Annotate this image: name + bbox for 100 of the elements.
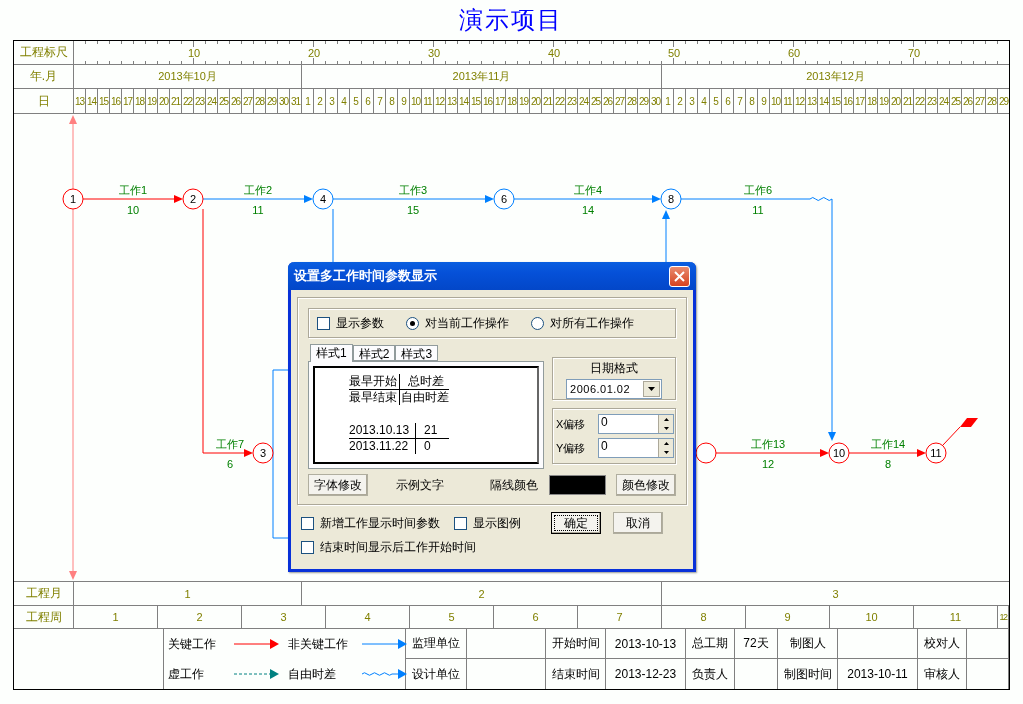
preview-value: 2013.10.13	[349, 423, 417, 439]
day-label: 6	[365, 95, 370, 107]
radio-button[interactable]	[406, 316, 419, 330]
day-label: 26	[230, 95, 241, 107]
offset-label: X偏移	[556, 416, 587, 432]
option-label: 结束时间显示后工作开始时间	[320, 538, 476, 556]
day-label: 10	[770, 95, 781, 107]
day-label: 1	[305, 95, 310, 107]
day-label: 14	[458, 95, 469, 107]
day-label: 15	[830, 95, 841, 107]
week-number: 3	[280, 611, 287, 623]
day-label: 23	[194, 95, 205, 107]
dropdown-icon	[643, 381, 661, 397]
option-label: 对所有工作操作	[550, 314, 634, 332]
info-cell: 2013-10-11	[847, 667, 908, 681]
day-label: 23	[566, 95, 577, 107]
month-number: 2	[478, 587, 485, 600]
day-label: 29	[638, 95, 649, 107]
line-color-label: 隔线颜色	[490, 476, 538, 494]
day-label: 12	[434, 95, 445, 107]
day-label: 13	[74, 95, 85, 107]
week-number: 1	[112, 611, 119, 623]
info-cell: 制图人	[789, 635, 826, 652]
day-label: 17	[854, 95, 865, 107]
group-title: 日期格式	[590, 360, 639, 377]
day-label: 3	[689, 95, 694, 107]
close-icon	[674, 270, 685, 282]
checkbox[interactable]	[454, 516, 467, 530]
week-number: 2	[196, 611, 203, 623]
color-button[interactable]: 颜色修改	[616, 474, 676, 496]
week-number: 9	[784, 611, 791, 623]
week-number: 5	[448, 611, 455, 623]
network-node: 2	[182, 188, 204, 210]
offset-spinner[interactable]: 0	[598, 438, 675, 458]
offset-spinner[interactable]: 0	[598, 414, 675, 434]
day-label: 14	[818, 95, 829, 107]
info-cell: 制图时间	[783, 665, 832, 683]
day-label: 1	[665, 95, 670, 107]
day-label: 22	[182, 95, 193, 107]
day-label: 3	[329, 95, 334, 107]
activity-duration: 6	[226, 458, 234, 470]
activity-duration: 14	[581, 204, 595, 216]
preview-value: 2013.11.22	[349, 439, 417, 454]
font-button[interactable]: 字体修改	[308, 474, 368, 496]
info-cell: 校对人	[924, 635, 960, 652]
day-label: 22	[554, 95, 565, 107]
info-cell: 2013-12-23	[614, 667, 677, 681]
checkbox[interactable]	[317, 316, 330, 330]
close-button[interactable]	[669, 265, 690, 287]
row-label: 年.月	[29, 68, 58, 85]
checkbox[interactable]	[301, 540, 314, 554]
option-label: 对当前工作操作	[425, 314, 509, 332]
activity-duration: 11	[252, 204, 264, 216]
week-number: 7	[616, 611, 623, 623]
activity-name: 工作1	[118, 184, 148, 196]
day-label: 2	[317, 95, 322, 107]
week-number: 4	[364, 611, 371, 623]
day-label: 15	[470, 95, 481, 107]
style-tab[interactable]: 样式1	[310, 344, 353, 362]
day-label: 13	[806, 95, 817, 107]
day-label: 20	[158, 95, 169, 107]
month-label: 2013年10月	[158, 69, 217, 84]
style-tab[interactable]: 样式3	[395, 345, 439, 361]
day-label: 4	[701, 95, 706, 107]
day-label: 26	[602, 95, 613, 107]
checkbox[interactable]	[301, 516, 314, 530]
radio-button[interactable]	[531, 316, 544, 330]
day-label: 19	[146, 95, 157, 107]
day-label: 2	[677, 95, 682, 107]
month-number: 1	[184, 587, 191, 600]
style-tab[interactable]: 样式2	[352, 345, 396, 361]
day-label: 18	[506, 95, 517, 107]
color-swatch	[549, 475, 606, 495]
day-label: 14	[86, 95, 97, 107]
day-label: 18	[866, 95, 877, 107]
week-number: 12	[999, 612, 1007, 622]
day-label: 16	[482, 95, 493, 107]
network-node: 11	[925, 442, 947, 464]
activity-name: 工作13	[750, 438, 786, 450]
activity-name: 工作7	[215, 438, 245, 450]
activity-name: 工作3	[398, 184, 428, 196]
day-label: 27	[974, 95, 985, 107]
day-label: 28	[986, 95, 997, 107]
day-label: 19	[878, 95, 889, 107]
day-label: 5	[353, 95, 358, 107]
day-label: 6	[725, 95, 730, 107]
dialog-button[interactable]: 取消	[613, 512, 663, 534]
day-label: 17	[122, 95, 133, 107]
day-label: 11	[783, 95, 792, 107]
week-number: 10	[865, 611, 878, 623]
day-label: 9	[401, 95, 406, 107]
network-node: 3	[252, 442, 274, 464]
date-format-select[interactable]: 2006.01.02	[566, 379, 663, 399]
day-label: 9	[761, 95, 766, 107]
preview-label: 最早开始	[349, 374, 400, 390]
day-label: 16	[110, 95, 121, 107]
activity-duration: 12	[761, 458, 775, 470]
day-label: 24	[578, 95, 589, 107]
preview-value: 21	[416, 423, 450, 439]
dialog-button[interactable]: 确定	[551, 512, 601, 534]
